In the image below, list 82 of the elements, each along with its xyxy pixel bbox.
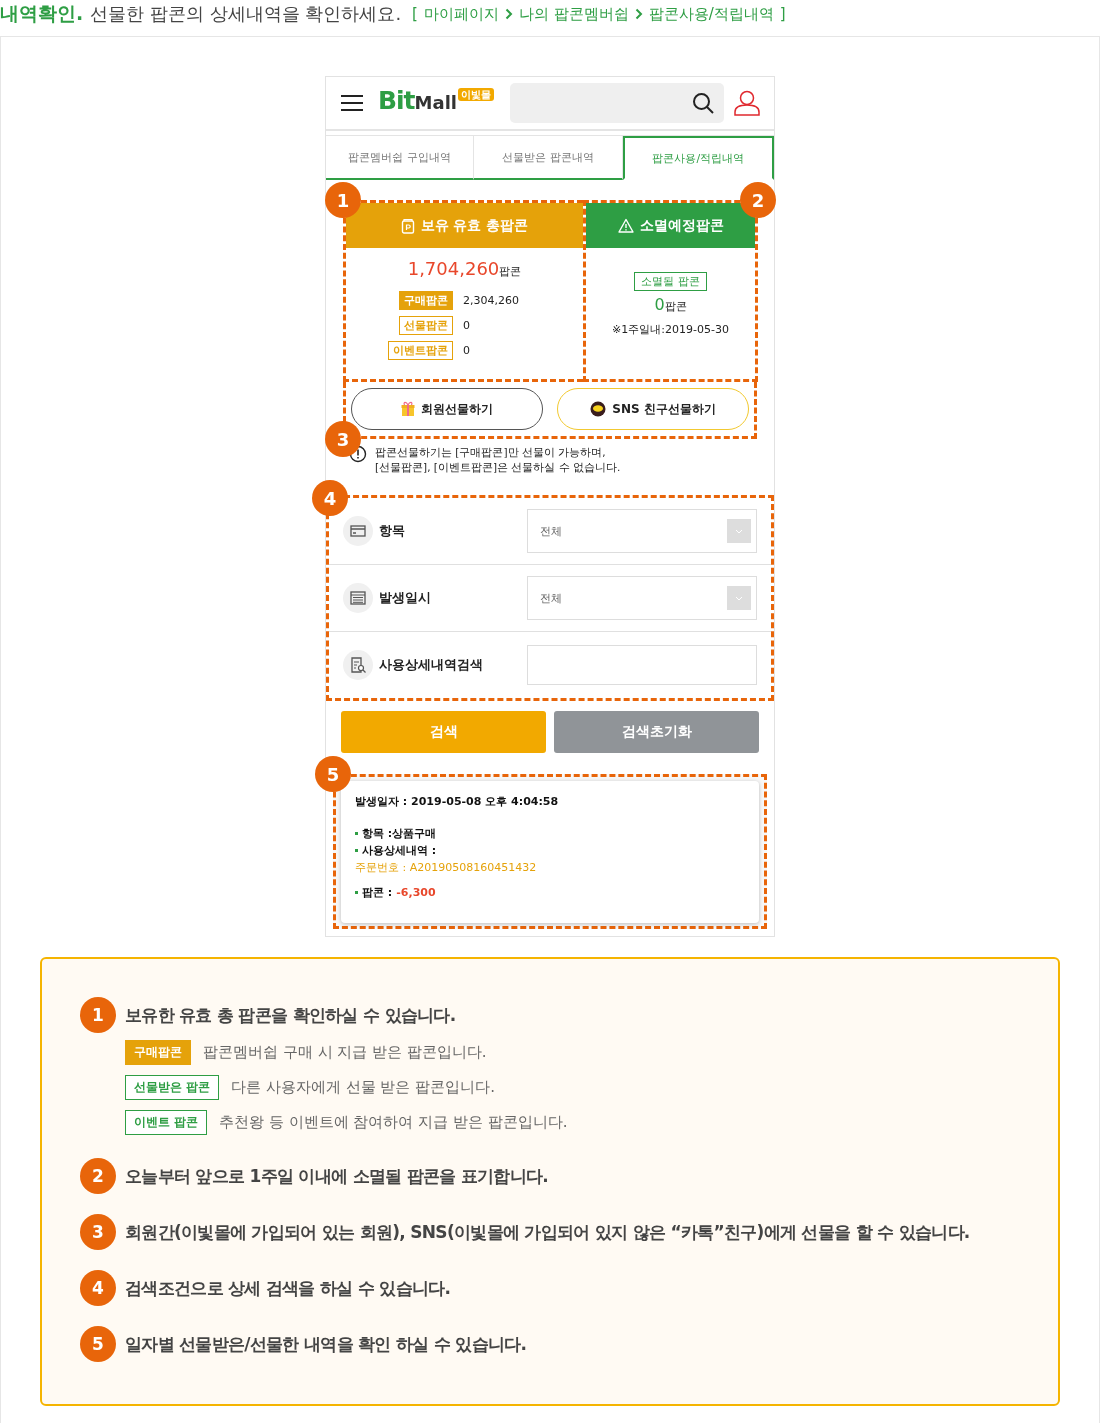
guide-text: 검색조건으로 상세 검색을 하실 수 있습니다. (125, 1277, 451, 1300)
page-title: 내역확인. (0, 1, 84, 26)
step-marker: 5 (80, 1326, 116, 1362)
amount-value: 2,304,260 (463, 294, 520, 307)
unit-label: 팝콘 (499, 264, 522, 279)
guide-text: 회원간(이빛몰에 가입되어 있는 회원), SNS(이빛몰에 가입되어 있지 않은 “카톡”친구)에게 선물을 할 수 있습니다. (125, 1221, 970, 1244)
order-number: 주문번호 : A20190508160451432 (355, 860, 538, 876)
wallet-icon (400, 217, 415, 234)
bracket: ] (779, 5, 786, 23)
result-date: 발생일자 : 2019-05-08 오후 4:04:58 (355, 794, 560, 810)
chevron-right-icon (634, 8, 643, 20)
gift-icon (401, 401, 415, 417)
action-button[interactable]: 검색초기화 (554, 711, 759, 753)
popcon-tag: 구매팝콘 (399, 291, 453, 310)
amount-value: 0 (463, 319, 471, 332)
step-marker: 1 (80, 997, 116, 1033)
guide-description: 다른 사용자에게 선물 받은 팝콘입니다. (231, 1078, 496, 1097)
filter-label: 항목 (379, 522, 406, 540)
step-marker: 5 (315, 756, 351, 792)
select-field[interactable]: 전체 (527, 576, 757, 620)
step-marker: 2 (740, 182, 776, 218)
user-icon[interactable] (734, 90, 760, 116)
popcon-tag: 선물팝콘 (399, 316, 453, 335)
logo[interactable]: BitMall (378, 88, 457, 113)
tab[interactable]: 선물받은 팝콘내역 (474, 136, 623, 180)
popcon-tag: 소멸될 팝콘 (634, 272, 707, 291)
expiring-amount: 0 (654, 295, 665, 314)
bullet-icon (355, 832, 358, 835)
step-marker: 1 (325, 182, 361, 218)
breadcrumb-link[interactable]: 나의 팝콘멤버쉽 (518, 4, 629, 24)
result-text: 팝콘 : (362, 885, 393, 901)
search-icon (692, 92, 714, 114)
step-marker: 2 (80, 1158, 116, 1194)
chat-bubble-icon (590, 401, 607, 417)
select-field[interactable]: 전체 (527, 509, 757, 553)
guide-description: 팝콘멤버쉽 구매 시 지급 받은 팝콘입니다. (203, 1043, 487, 1062)
popcon-tag: 구매팝콘 (125, 1040, 191, 1065)
expiry-note: ※1주일내:2019-05-30 (612, 322, 729, 337)
step-marker: 3 (80, 1214, 116, 1250)
gift-button[interactable]: SNS 친구선물하기 (557, 388, 749, 430)
filter-label: 발생일시 (379, 589, 432, 607)
step-marker: 3 (325, 421, 361, 457)
page-subtitle: 선물한 팝콘의 상세내역을 확인하세요. (90, 2, 402, 26)
tab[interactable]: 팝콘사용/적립내역 (622, 136, 774, 180)
chevron-down-icon (735, 595, 743, 601)
breadcrumb-link[interactable]: 팝콘사용/적립내역 (648, 4, 774, 24)
bullet-icon (355, 891, 358, 894)
tab[interactable]: 팝콘멤버쉽 구입내역 (326, 136, 475, 180)
result-text: 항목 :상품구매 (362, 826, 437, 842)
chevron-right-icon (504, 8, 513, 20)
search-input[interactable] (527, 645, 757, 685)
popcon-tag: 이벤트 팝콘 (125, 1110, 208, 1135)
card-title: 소멸예정팝콘 (639, 216, 724, 235)
guide-description: 추천왕 등 이벤트에 참여하여 지급 받은 팝콘입니다. (219, 1113, 568, 1132)
total-amount: 1,704,260 (407, 258, 500, 279)
filter-label: 사용상세내역검색 (379, 656, 484, 674)
step-marker: 4 (312, 480, 348, 516)
guide-text: 보유한 유효 총 팝콘을 확인하실 수 있습니다. (125, 1004, 457, 1027)
bullet-icon (355, 849, 358, 852)
menu-icon[interactable] (340, 94, 364, 112)
popcon-amount: -6,300 (396, 885, 436, 901)
notice-text: 팝콘선물하기는 [구매팝콘]만 선물이 가능하며, [선물팝콘], [이벤트팝콘]은 선물하실 수 없습니다. (375, 445, 621, 475)
step-marker: 4 (80, 1270, 116, 1306)
gift-button[interactable]: 회원선물하기 (351, 388, 543, 430)
chevron-down-icon (735, 528, 743, 534)
guide-text: 오늘부터 앞으로 1주일 이내에 소멸될 팝콘을 표기합니다. (125, 1165, 549, 1188)
popcon-tag: 이벤트팝콘 (388, 341, 453, 360)
calendar-icon (349, 589, 367, 607)
info-icon (349, 445, 367, 463)
unit-label: 팝콘 (664, 299, 687, 314)
result-text: 사용상세내역 : (362, 843, 437, 859)
breadcrumb-link[interactable]: 마이페이지 (423, 4, 499, 24)
document-search-icon (349, 656, 367, 674)
bracket: [ (412, 5, 418, 23)
search-field[interactable] (510, 83, 724, 123)
card-title: 보유 유효 총팝콘 (420, 216, 529, 235)
logo-badge: 이빛몰 (458, 88, 494, 101)
guide-text: 일자별 선물받은/선물한 내역을 확인 하실 수 있습니다. (125, 1333, 527, 1356)
card-icon (349, 522, 367, 540)
amount-value: 0 (463, 344, 471, 357)
popcon-tag: 선물받은 팝콘 (125, 1075, 220, 1100)
warning-icon (617, 218, 634, 233)
